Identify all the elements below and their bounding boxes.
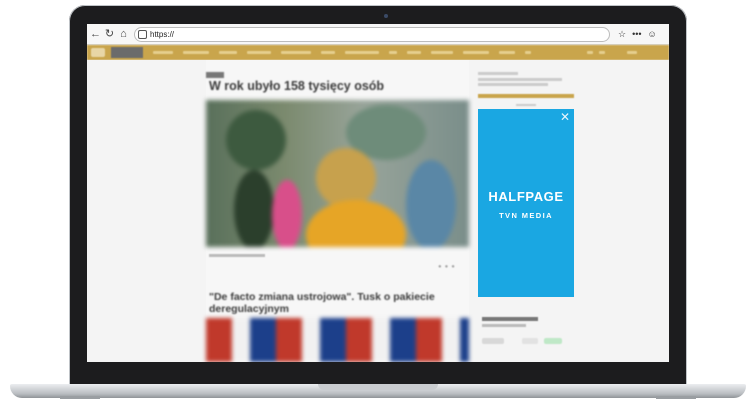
- back-arrow-icon[interactable]: ←: [90, 27, 101, 41]
- toolbar-right: ☆ ••• ☺: [618, 29, 657, 40]
- account-icon[interactable]: ☺: [648, 29, 657, 39]
- star-icon[interactable]: ☆: [618, 29, 626, 40]
- photo-shape: [226, 110, 286, 170]
- currency-widget: [478, 310, 574, 360]
- nav-item[interactable]: [407, 51, 421, 54]
- second-article-headline[interactable]: "De facto zmiana ustrojowa". Tusk o paki…: [209, 291, 467, 315]
- nav-item[interactable]: [627, 51, 637, 54]
- nav-item[interactable]: [183, 51, 209, 54]
- photo-shape: [406, 160, 456, 247]
- article-tag[interactable]: [206, 72, 224, 78]
- article-photo[interactable]: [206, 100, 469, 247]
- photo-shape: [306, 200, 406, 247]
- widget-subtitle: [482, 324, 526, 327]
- sidebar-text-line: [478, 83, 548, 86]
- url-text: https://: [150, 29, 175, 39]
- nav-item[interactable]: [219, 51, 237, 54]
- photo-caption: [209, 254, 265, 257]
- nav-item[interactable]: [247, 51, 271, 54]
- nav-item[interactable]: [153, 51, 173, 54]
- widget-button[interactable]: [544, 338, 562, 344]
- laptop-notch: [318, 384, 438, 390]
- sidebar-text-line: [478, 78, 562, 81]
- page-body: W rok ubyło 158 tysięcy osób ●●● "De fac…: [87, 60, 669, 362]
- nav-item[interactable]: [587, 51, 593, 54]
- photo-shape: [316, 148, 376, 208]
- more-icon[interactable]: •••: [632, 29, 641, 39]
- second-article-photo[interactable]: [206, 318, 469, 362]
- address-bar[interactable]: https://: [134, 26, 610, 42]
- photo-shape: [234, 170, 274, 247]
- nav-item[interactable]: [431, 51, 453, 54]
- laptop-foot-right: [656, 396, 696, 399]
- nav-item[interactable]: [463, 51, 489, 54]
- widget-title: [482, 317, 538, 321]
- site-logo[interactable]: [91, 48, 105, 57]
- widget-button[interactable]: [522, 338, 538, 344]
- laptop-foot-left: [60, 396, 100, 399]
- nav-item-active[interactable]: [111, 47, 143, 58]
- home-icon[interactable]: ⌂: [118, 27, 129, 41]
- nav-item[interactable]: [499, 51, 515, 54]
- photo-shape: [272, 180, 302, 247]
- ad-title: HALFPAGE: [488, 189, 564, 204]
- sidebar-text-line: [478, 72, 518, 75]
- nav-item[interactable]: [321, 51, 335, 54]
- webcam: [384, 14, 388, 18]
- lock-icon: [138, 29, 147, 39]
- sidebar-ad-label: [516, 104, 536, 106]
- nav-item[interactable]: [599, 51, 605, 54]
- share-icons[interactable]: ●●●: [438, 264, 458, 270]
- close-icon[interactable]: ✕: [560, 110, 570, 124]
- reload-icon[interactable]: ↻: [104, 27, 115, 41]
- nav-item[interactable]: [389, 51, 397, 54]
- widget-button[interactable]: [482, 338, 504, 344]
- site-navigation-bar: [87, 45, 669, 60]
- article-headline[interactable]: W rok ubyło 158 tysięcy osób: [209, 79, 469, 93]
- browser-toolbar: ← ↻ ⌂ https:// ☆ ••• ☺: [87, 24, 669, 45]
- nav-item[interactable]: [525, 51, 531, 54]
- laptop-screen: ← ↻ ⌂ https:// ☆ ••• ☺ W rok ubyło 158 t…: [87, 24, 669, 362]
- halfpage-ad[interactable]: ✕ HALFPAGE TVN MEDIA: [478, 109, 574, 297]
- nav-item[interactable]: [281, 51, 311, 54]
- ad-subtitle: TVN MEDIA: [499, 211, 553, 220]
- article-column: W rok ubyło 158 tysięcy osób ●●● "De fac…: [206, 60, 469, 362]
- nav-item[interactable]: [345, 51, 379, 54]
- sidebar-accent-bar: [478, 94, 574, 98]
